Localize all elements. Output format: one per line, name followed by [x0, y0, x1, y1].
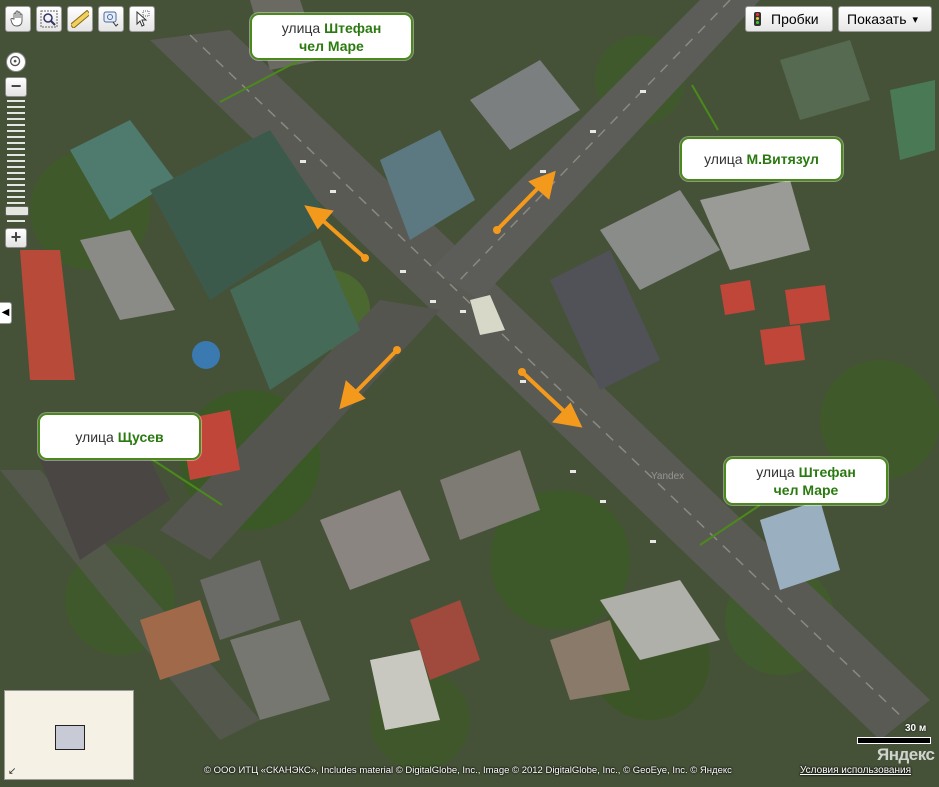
yandex-watermark: Yandex [651, 471, 684, 482]
callout-prefix: улица [704, 151, 743, 167]
zoom-slider[interactable] [5, 100, 29, 225]
yandex-watermark-text: Yandex [651, 471, 684, 482]
zoom-in-button[interactable]: + [5, 228, 27, 248]
show-label: Показать [847, 11, 907, 27]
callout-prefix: улица [756, 464, 795, 480]
street-label-vityazul: улица М.Витязул [680, 137, 843, 181]
compass-icon [9, 55, 21, 67]
cursor-icon [136, 10, 150, 27]
callout-street-name: Штефан [324, 19, 382, 36]
collapse-panel-button[interactable]: ◀ [0, 302, 12, 324]
pointer-tool-button[interactable] [129, 6, 155, 32]
callout-street-name: чел Маре [299, 37, 364, 54]
chevron-left-icon: ◀ [1, 307, 10, 318]
traffic-button[interactable]: Пробки [745, 6, 833, 32]
callout-street-name: М.Витязул [746, 151, 819, 167]
street-label-stefan-top: улица Штефан чел Маре [250, 13, 413, 60]
callout-street-name: Щусев [117, 428, 164, 445]
print-button[interactable] [98, 6, 124, 32]
expand-icon[interactable]: ↙ [8, 766, 16, 777]
minimap-viewport-frame[interactable] [55, 725, 85, 750]
traffic-light-icon [754, 12, 761, 26]
ruler-icon [71, 10, 89, 28]
magnifier-icon [40, 10, 58, 28]
dome [192, 341, 220, 369]
hand-tool-button[interactable] [5, 6, 31, 32]
callout-street-name: чел Маре [773, 482, 839, 498]
scale-label: 30 м [905, 723, 927, 734]
chevron-down-icon: ▾ [912, 13, 919, 26]
street-label-stefan-bottom: улица Штефан чел Маре [724, 457, 888, 505]
copyright-text: © ООО ИТЦ «СКАНЭКС», Includes material ©… [204, 765, 732, 776]
hand-icon [10, 10, 23, 27]
zoom-out-button[interactable]: − [5, 77, 27, 97]
satellite-map[interactable]: Yandex [0, 0, 939, 787]
ruler-button[interactable] [67, 6, 93, 32]
zoom-area-button[interactable] [36, 6, 62, 32]
street-label-shchusev: улица Щусев [38, 413, 201, 460]
callout-prefix: улица [75, 428, 114, 445]
scale-bar [857, 737, 931, 744]
overview-minimap[interactable]: ↙ [4, 690, 134, 780]
print-icon [103, 11, 119, 27]
show-dropdown[interactable]: Показать ▾ [838, 6, 932, 32]
callout-prefix: улица [281, 19, 321, 36]
traffic-label: Пробки [771, 11, 819, 27]
yandex-logo: Яндекс [877, 745, 935, 764]
callout-street-name: Штефан [798, 464, 856, 480]
locate-button[interactable] [6, 52, 26, 72]
terms-of-use-link[interactable]: Условия использования [800, 765, 911, 776]
zoom-slider-handle[interactable] [5, 206, 29, 216]
